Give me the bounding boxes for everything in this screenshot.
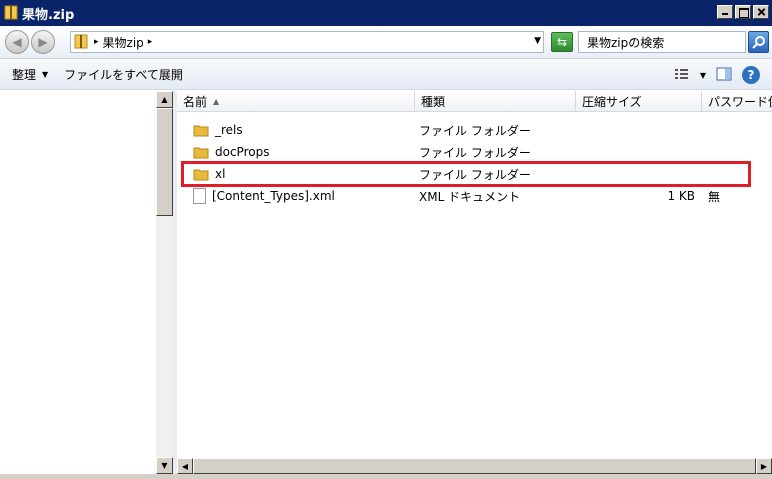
xml-file-icon bbox=[193, 188, 206, 204]
file-row[interactable]: xl ファイル フォルダー bbox=[177, 163, 772, 185]
file-name: _rels bbox=[215, 123, 243, 137]
sort-ascending-icon: ▲ bbox=[213, 97, 220, 106]
file-list: 名前 ▲ 種類 圧縮サイズ パスワード保... _rels ファイル フォルダー… bbox=[177, 91, 772, 458]
breadcrumb-item[interactable]: 果物zip bbox=[103, 34, 144, 51]
file-row[interactable]: docProps ファイル フォルダー bbox=[177, 141, 772, 163]
file-type: ファイル フォルダー bbox=[419, 145, 531, 160]
folder-icon bbox=[193, 125, 209, 137]
address-history-dropdown-icon[interactable]: ▼ bbox=[534, 36, 541, 46]
file-name: xl bbox=[215, 167, 226, 181]
file-row[interactable]: [Content_Types].xml XML ドキュメント 1 KB 無 bbox=[177, 185, 772, 207]
help-icon[interactable]: ? bbox=[742, 66, 760, 84]
window-title: 果物.zip bbox=[22, 7, 75, 23]
back-button[interactable]: ◀ bbox=[5, 30, 29, 54]
column-name-label: 名前 bbox=[183, 95, 208, 109]
maximize-button[interactable] bbox=[735, 5, 751, 19]
file-name: [Content_Types].xml bbox=[212, 189, 335, 203]
horizontal-scrollbar[interactable]: ◀ ▶ bbox=[177, 458, 772, 474]
title-bar: 果物.zip bbox=[0, 0, 772, 26]
breadcrumb-separator-icon[interactable]: ▸ bbox=[94, 37, 99, 47]
preview-pane-icon[interactable] bbox=[716, 67, 732, 84]
file-password: 無 bbox=[708, 189, 721, 204]
folder-icon bbox=[193, 147, 209, 159]
navigation-pane-scrollbar[interactable]: ▲ ▼ bbox=[156, 91, 173, 474]
column-password-label: パスワード保... bbox=[708, 95, 772, 109]
extract-all-button[interactable]: ファイルをすべて展開 bbox=[64, 66, 183, 83]
address-box[interactable]: ▸ 果物zip ▸ ▼ bbox=[70, 31, 544, 53]
column-type-label: 種類 bbox=[421, 95, 446, 109]
file-name: docProps bbox=[215, 145, 270, 159]
zip-folder-icon bbox=[74, 33, 88, 52]
folder-icon bbox=[193, 169, 209, 181]
column-header-name[interactable]: 名前 ▲ bbox=[177, 91, 415, 112]
scroll-right-arrow-icon[interactable]: ▶ bbox=[756, 458, 772, 474]
file-type: XML ドキュメント bbox=[419, 189, 521, 204]
view-dropdown-icon[interactable]: ▼ bbox=[700, 71, 706, 80]
close-button[interactable] bbox=[753, 5, 769, 19]
organize-label: 整理 bbox=[12, 68, 37, 82]
column-header-type[interactable]: 種類 bbox=[415, 91, 576, 112]
file-type: ファイル フォルダー bbox=[419, 167, 531, 182]
organize-button[interactable]: 整理 ▼ bbox=[12, 66, 48, 83]
column-header-password[interactable]: パスワード保... bbox=[702, 91, 772, 112]
forward-arrow-icon: ▶ bbox=[38, 35, 48, 49]
chevron-down-icon: ▼ bbox=[42, 70, 49, 79]
scroll-thumb[interactable] bbox=[193, 458, 756, 474]
file-type: ファイル フォルダー bbox=[419, 123, 531, 138]
back-arrow-icon: ◀ bbox=[12, 35, 22, 49]
zip-folder-icon bbox=[4, 4, 18, 23]
extract-all-label: ファイルをすべて展開 bbox=[64, 68, 183, 82]
navigation-pane bbox=[0, 91, 156, 474]
status-strip bbox=[0, 474, 772, 479]
scroll-down-arrow-icon[interactable]: ▼ bbox=[156, 457, 173, 474]
breadcrumb-dropdown-icon[interactable]: ▸ bbox=[148, 37, 153, 47]
scroll-up-arrow-icon[interactable]: ▲ bbox=[156, 91, 173, 108]
refresh-button[interactable]: ⇆ bbox=[551, 32, 573, 52]
address-bar: ◀ ▶ ▸ 果物zip ▸ ▼ ⇆ 果物zipの検索 bbox=[0, 26, 772, 59]
column-header-compressed-size[interactable]: 圧縮サイズ bbox=[576, 91, 702, 112]
search-input[interactable]: 果物zipの検索 bbox=[578, 31, 746, 53]
scroll-left-arrow-icon[interactable]: ◀ bbox=[177, 458, 193, 474]
scroll-thumb[interactable] bbox=[156, 108, 173, 216]
file-row[interactable]: _rels ファイル フォルダー bbox=[177, 119, 772, 141]
minimize-button[interactable] bbox=[717, 5, 733, 19]
view-options-icon[interactable] bbox=[674, 67, 690, 84]
refresh-icon: ⇆ bbox=[556, 35, 568, 49]
file-size: 1 KB bbox=[667, 189, 695, 203]
command-bar: 整理 ▼ ファイルをすべて展開 ▼ ? bbox=[0, 60, 772, 90]
column-header-row: 名前 ▲ 種類 圧縮サイズ パスワード保... bbox=[177, 91, 772, 112]
search-icon bbox=[751, 36, 765, 49]
forward-button[interactable]: ▶ bbox=[31, 30, 55, 54]
search-button[interactable] bbox=[748, 31, 769, 53]
column-size-label: 圧縮サイズ bbox=[582, 95, 642, 109]
